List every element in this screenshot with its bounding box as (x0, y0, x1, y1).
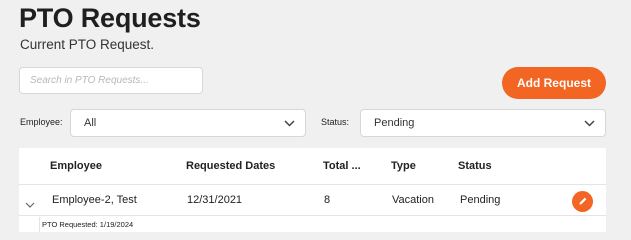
cell-requested-dates: 12/31/2021 (187, 194, 243, 206)
table-row[interactable]: Employee-2, Test 12/31/2021 8 Vacation P… (19, 185, 606, 216)
column-header-status[interactable]: Status (458, 160, 492, 172)
cell-type: Vacation (392, 194, 434, 206)
column-header-employee[interactable]: Employee (50, 160, 102, 172)
page-title: PTO Requests (19, 3, 201, 33)
chevron-down-icon (584, 119, 595, 127)
add-request-button[interactable]: Add Request (502, 67, 606, 99)
edit-button[interactable] (572, 191, 593, 212)
status-filter-label: Status: (321, 117, 350, 127)
cell-employee: Employee-2, Test (52, 194, 137, 206)
chevron-down-icon (284, 119, 295, 127)
table-header: Employee Requested Dates Total ... Type … (19, 148, 606, 185)
employee-filter-value: All (84, 117, 97, 129)
pencil-icon (578, 193, 588, 211)
status-filter-value: Pending (374, 117, 415, 129)
employee-filter-select[interactable]: All (70, 109, 306, 137)
search-input[interactable] (19, 67, 203, 94)
column-header-total[interactable]: Total ... (323, 160, 361, 172)
pto-requests-table: Employee Requested Dates Total ... Type … (19, 148, 606, 232)
employee-filter-label: Employee: (20, 117, 63, 127)
column-header-requested-dates[interactable]: Requested Dates (186, 160, 275, 172)
cell-total: 8 (324, 194, 331, 206)
page-subtitle: Current PTO Request. (20, 37, 155, 52)
column-header-type[interactable]: Type (391, 160, 416, 172)
chevron-down-icon[interactable] (25, 195, 35, 213)
cell-status: Pending (460, 194, 501, 206)
row-detail: PTO Requested: 1/19/2024 (39, 217, 606, 232)
status-filter-select[interactable]: Pending (360, 109, 606, 137)
